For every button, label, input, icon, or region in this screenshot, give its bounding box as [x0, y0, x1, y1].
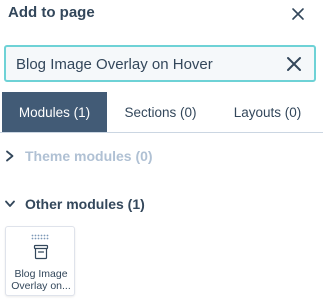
search-input[interactable] [16, 53, 281, 75]
tab-modules[interactable]: Modules (1) [2, 92, 107, 132]
search-field[interactable] [4, 45, 316, 82]
tab-layouts[interactable]: Layouts (0) [214, 92, 321, 132]
tab-sections[interactable]: Sections (0) [108, 92, 213, 132]
chevron-down-icon [5, 200, 15, 207]
drag-handle-icon[interactable] [31, 234, 51, 240]
add-to-page-panel: Add to page Modules (1) Sections (0) Lay… [0, 0, 323, 304]
clear-search-button[interactable] [286, 56, 302, 72]
panel-title: Add to page [8, 4, 95, 21]
chevron-right-icon [6, 150, 14, 162]
close-button[interactable] [288, 4, 308, 24]
other-modules-toggle[interactable]: Other modules (1) [0, 193, 323, 215]
theme-modules-toggle[interactable]: Theme modules (0) [0, 145, 323, 167]
clear-icon [287, 57, 301, 71]
module-icon [33, 244, 49, 260]
tab-bar: Modules (1) Sections (0) Layouts (0) [0, 92, 323, 133]
theme-modules-label: Theme modules (0) [25, 148, 153, 164]
panel-header: Add to page [0, 0, 323, 30]
other-modules-label: Other modules (1) [25, 196, 145, 212]
close-icon [292, 8, 304, 20]
module-card[interactable]: Blog Image Overlay on... [5, 226, 75, 296]
module-card-label: Blog Image Overlay on... [11, 268, 71, 292]
